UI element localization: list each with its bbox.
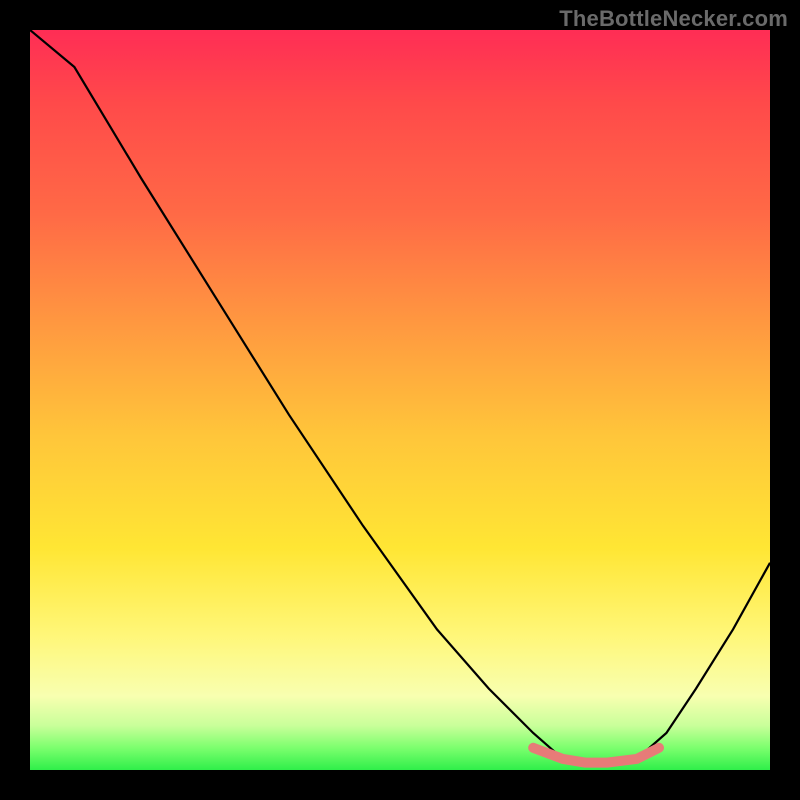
chart-curve-layer — [30, 30, 770, 770]
bottleneck-curve — [30, 30, 770, 763]
watermark-text: TheBottleNecker.com — [559, 6, 788, 32]
chart-plot-area — [30, 30, 770, 770]
optimal-range-highlight — [533, 748, 659, 763]
